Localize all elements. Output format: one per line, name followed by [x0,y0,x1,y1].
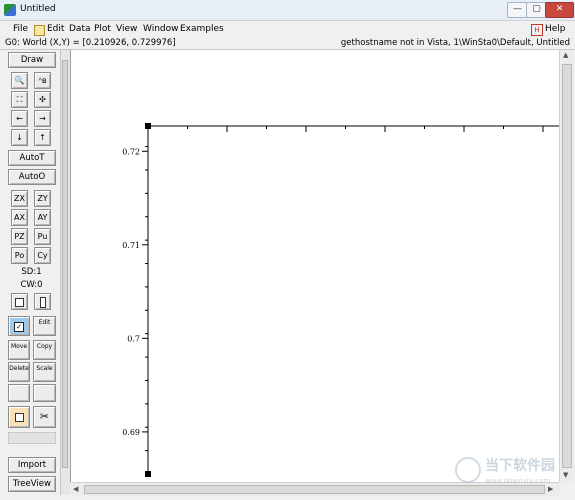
cy-button[interactable]: Cy [34,247,51,264]
watermark-text: 当下软件园 [485,458,555,474]
watermark: 当下软件园 www.downxia.com [455,455,570,493]
edit-icon [34,25,45,36]
menu-view[interactable]: View [116,24,137,34]
cw-label: CW:0 [20,280,43,290]
edit-tool-label: Edit [38,319,51,326]
expand-icon[interactable]: ⛶ [11,91,28,108]
empty-box-icon [15,298,24,307]
plot-canvas[interactable]: 0.72 0.71 0.7 0.69 [70,50,560,482]
grid-tool-icon[interactable] [8,384,30,402]
treeview-button[interactable]: TreeView [8,476,56,492]
delete-tool-button[interactable]: Delete [8,362,30,382]
pz-button[interactable]: PZ [11,228,28,245]
checkbox-off-icon[interactable] [11,293,28,310]
y-tick-label: 0.69 [122,428,140,437]
sd-label: SD:1 [21,267,42,277]
menu-data[interactable]: Data [69,24,91,34]
vertical-scrollbar[interactable]: ▲ ▼ [559,50,574,482]
app-icon [4,4,16,16]
status-bar: G0: World (X,Y) = [0.210926, 0.729976] g… [0,37,575,50]
grid-tool-2-icon[interactable] [33,384,56,402]
check-icon: ✓ [14,322,24,332]
menu-help[interactable]: Help [545,24,566,34]
sidebar-scrollbar[interactable] [60,50,70,495]
draw-button[interactable]: Draw [8,52,56,68]
color-box-icon[interactable] [8,406,30,428]
move-tool-button[interactable]: Move [8,340,30,360]
zoom-icon[interactable]: 🔍 [11,72,28,89]
menu-plot[interactable]: Plot [94,24,111,34]
text-tool-icon[interactable]: ᴬʙ [34,72,51,89]
scroll-up-icon[interactable]: ▲ [563,51,568,59]
arrow-right-icon[interactable]: → [34,110,51,127]
ax-button[interactable]: AX [11,209,28,226]
shrink-icon[interactable]: ✣ [34,91,51,108]
autot-button[interactable]: AutoT [8,150,56,166]
y-tick-label: 0.7 [127,334,140,343]
rect-shape-icon [39,297,46,308]
window-title: Untitled [20,4,56,14]
y-tick-label: 0.72 [122,147,140,156]
plot-svg: 0.72 0.71 0.7 0.69 [122,123,560,477]
y-tick-label: 0.71 [122,241,140,250]
select-checkbox-icon[interactable]: ✓ [8,316,30,336]
color-swatch-icon [14,413,24,422]
title-bar: Untitled — ▢ ✕ [0,0,575,21]
sidebar-scroll-thumb[interactable] [62,60,68,468]
help-icon: H [531,24,543,36]
copy-tool-button[interactable]: Copy [33,340,56,360]
tool-sidebar: Draw 🔍 ᴬʙ ⛶ ✣ ← → ↓ ↑ AutoT AutoO ZX ZY … [5,50,58,495]
delete-tool-label: Delete [9,365,29,372]
menu-file[interactable]: File [13,24,28,34]
rectangle-tool-icon[interactable] [34,293,51,310]
sidebar-divider [8,432,56,444]
minimize-button[interactable]: — [507,2,528,18]
zy-button[interactable]: ZY [34,190,51,207]
arrow-left-icon[interactable]: ← [11,110,28,127]
scale-tool-button[interactable]: Scale [33,362,56,382]
pu-button[interactable]: Pu [34,228,51,245]
maximize-button[interactable]: ▢ [526,2,547,18]
menu-edit[interactable]: Edit [47,24,64,34]
import-button[interactable]: Import [8,457,56,473]
menu-examples[interactable]: Examples [180,24,224,34]
scroll-left-icon[interactable]: ◀ [73,485,78,493]
arrow-down-icon[interactable]: ↓ [11,129,28,146]
arrow-up-icon[interactable]: ↑ [34,129,51,146]
watermark-logo-icon [455,457,481,483]
menu-window[interactable]: Window [143,24,179,34]
world-coordinates: G0: World (X,Y) = [0.210926, 0.729976] [5,38,176,48]
edit-tool-button[interactable]: Edit [33,316,56,336]
autoo-button[interactable]: AutoO [8,169,56,185]
watermark-url: www.downxia.com [485,477,551,485]
vertical-scroll-thumb[interactable] [562,64,572,468]
menu-bar: File Edit Data Plot View Window Examples… [0,21,575,37]
po-button[interactable]: Po [11,247,28,264]
zx-button[interactable]: ZX [11,190,28,207]
ay-button[interactable]: AY [34,209,51,226]
close-button[interactable]: ✕ [545,2,574,18]
scissors-icon[interactable]: ✂ [33,406,56,428]
move-tool-label: Move [10,343,28,350]
host-info: gethostname not in Vista, 1\WinSta0\Defa… [340,38,570,48]
copy-tool-label: Copy [36,343,53,350]
scale-tool-label: Scale [36,365,53,372]
